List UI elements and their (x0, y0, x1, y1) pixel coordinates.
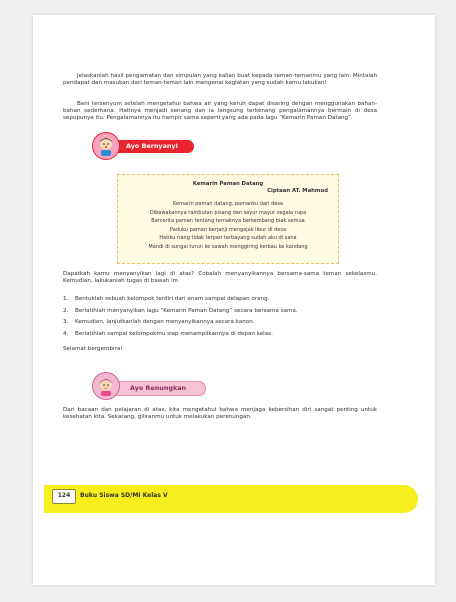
paragraph-1: Jelaskanlah hasil pengamatan dan simpula… (63, 73, 377, 87)
list-item-text: Kemudian, lanjutkanlah dengan menyanyika… (75, 319, 255, 325)
list-item: 1. Bentuklah sebuah kelompok terdiri dari… (63, 296, 373, 308)
list-item-text: Berlatihlah sampai kelompokmu siap menam… (75, 330, 273, 337)
song-line: Hatiku riang tidak terperi terbayang sud… (159, 235, 297, 242)
song-line: Mandi di sungai turun ke sawah menggirin… (148, 243, 308, 250)
list-item: 2. Berlatihlah menyanyikan lagu “Kemarin … (63, 308, 373, 320)
footer-book-title: Buku Siswa SD/MI Kelas V (80, 492, 168, 499)
paragraph-4: Dari bacaan dan pelajaran di atas, kita … (63, 407, 377, 421)
song-line: Dibawakannya rambutan pisang dan sayur m… (149, 209, 307, 216)
task-list: 1. Bentuklah sebuah kelompok terdiri dari… (63, 296, 373, 342)
song-line: Paduku paman berjanji mengajak libur di … (169, 226, 287, 233)
song-lyrics: Kemarin paman datang, pamanku dari desa … (118, 200, 338, 252)
list-item-text: Berlatihlah menyanyikan lagu “Kemarin Pa… (75, 307, 298, 314)
list-item-number: 4. (63, 330, 69, 337)
paragraph-3: Dapatkah kamu menyanyikan lagi di atas? … (63, 271, 377, 285)
book-page-icon: 124 (52, 489, 76, 504)
girl-thinking-icon (92, 372, 120, 400)
paragraph-2: Beni tersenyum setelah mengetahui bahwa … (63, 101, 377, 122)
sing-section-label: Ayo Bernyanyi (126, 142, 178, 150)
list-item: 4. Berlatihlah sampai kelompokmu siap men… (63, 331, 373, 343)
girl-singing-icon (92, 132, 120, 160)
song-line: Bercerita paman tentang ternaknya berkem… (151, 218, 305, 225)
song-title: Kemarin Paman Datang (192, 181, 264, 187)
page-number: 124 (57, 492, 71, 499)
list-item-number: 2. (63, 307, 69, 314)
list-item-number: 1. (63, 296, 69, 302)
list-item: 3. Kemudian, lanjutkanlah dengan menyanyi… (63, 319, 373, 331)
footer-band (44, 485, 418, 513)
list-item-text: Bentuklah sebuah kelompok terdiri dari e… (75, 296, 270, 302)
list-item-number: 3. (63, 319, 69, 325)
reflect-section-label: Ayo Renungkan (130, 384, 187, 392)
song-lyrics-box: Kemarin Paman Datang Ciptaan AT. Mahmud … (117, 174, 339, 264)
song-author: Ciptaan AT. Mahmud (267, 188, 328, 194)
closing-text: Selamat bergembira! (63, 346, 123, 352)
song-line: Kemarin paman datang, pamanku dari desa (173, 201, 283, 207)
